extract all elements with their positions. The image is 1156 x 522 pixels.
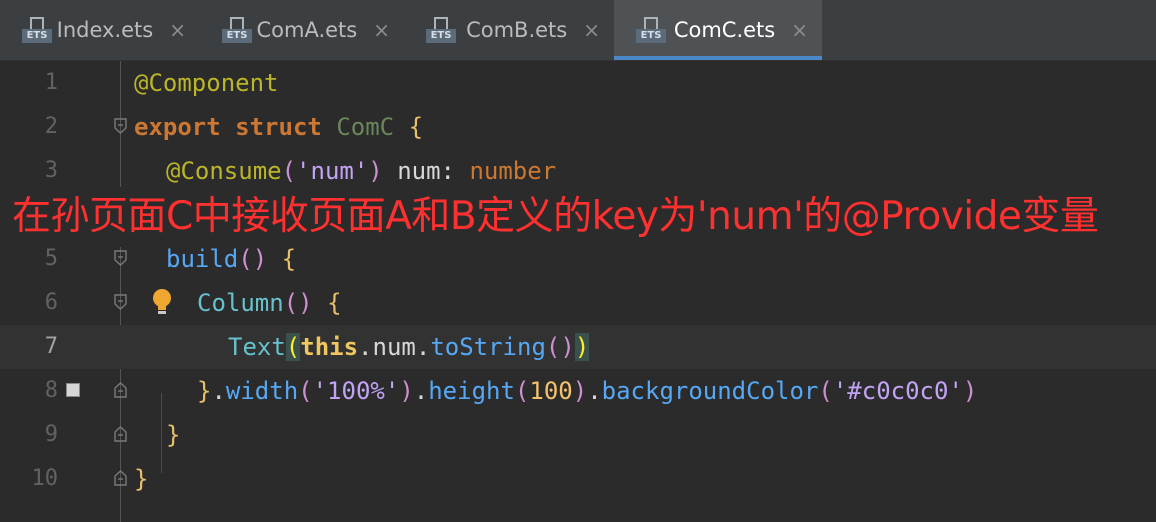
tab-index-ets[interactable]: ETS Index.ets ×	[0, 0, 200, 60]
code-line-9[interactable]: 9 }	[0, 413, 1156, 457]
code-line-10[interactable]: 10 }	[0, 457, 1156, 501]
code-line-5[interactable]: 5 build() {	[0, 237, 1156, 281]
line-number: 10	[31, 466, 59, 491]
ets-file-icon: ETS	[22, 15, 52, 45]
breakpoint-marker[interactable]	[66, 383, 80, 397]
tab-label: ComB.ets	[466, 18, 568, 42]
ets-file-icon: ETS	[426, 15, 456, 45]
tab-coma-ets[interactable]: ETS ComA.ets ×	[200, 0, 404, 60]
code-line-7[interactable]: 7 Text(this.num.toString())	[0, 325, 1156, 369]
line-number: 2	[44, 114, 58, 139]
line-number: 5	[44, 246, 58, 271]
close-icon[interactable]: ×	[373, 18, 390, 42]
close-icon[interactable]: ×	[791, 18, 808, 42]
fold-open-icon[interactable]	[114, 118, 127, 134]
line-number: 1	[44, 70, 58, 95]
tab-comb-ets[interactable]: ETS ComB.ets ×	[404, 0, 614, 60]
code-line-6[interactable]: 6 Column() {	[0, 281, 1156, 325]
fold-open-icon[interactable]	[114, 294, 127, 310]
fold-close-icon[interactable]	[114, 382, 127, 398]
fold-close-icon[interactable]	[114, 426, 127, 442]
lightbulb-icon[interactable]	[150, 287, 174, 319]
close-icon[interactable]: ×	[583, 18, 600, 42]
close-icon[interactable]: ×	[169, 18, 186, 42]
tab-label: ComC.ets	[673, 18, 776, 42]
code-line-2[interactable]: 2 export struct ComC {	[0, 105, 1156, 149]
ets-file-icon: ETS	[222, 15, 252, 45]
code-editor[interactable]: 1 @Component 2 export struct ComC { 3 @C…	[0, 61, 1156, 522]
fold-open-icon[interactable]	[114, 250, 127, 266]
tab-comc-ets[interactable]: ETS ComC.ets ×	[614, 0, 822, 60]
line-number: 7	[44, 334, 58, 359]
line-number: 8	[44, 378, 58, 403]
editor-tab-bar: ETS Index.ets × ETS ComA.ets × ETS ComB.…	[0, 0, 1156, 61]
tab-label: Index.ets	[56, 18, 154, 42]
code-line-1[interactable]: 1 @Component	[0, 61, 1156, 105]
line-number: 6	[44, 290, 58, 315]
fold-close-icon[interactable]	[114, 470, 127, 486]
code-line-8[interactable]: 8 }.width('100%').height(100).background…	[0, 369, 1156, 413]
line-number: 9	[44, 422, 58, 447]
tab-label: ComA.ets	[256, 18, 358, 42]
ets-file-icon: ETS	[636, 15, 666, 45]
